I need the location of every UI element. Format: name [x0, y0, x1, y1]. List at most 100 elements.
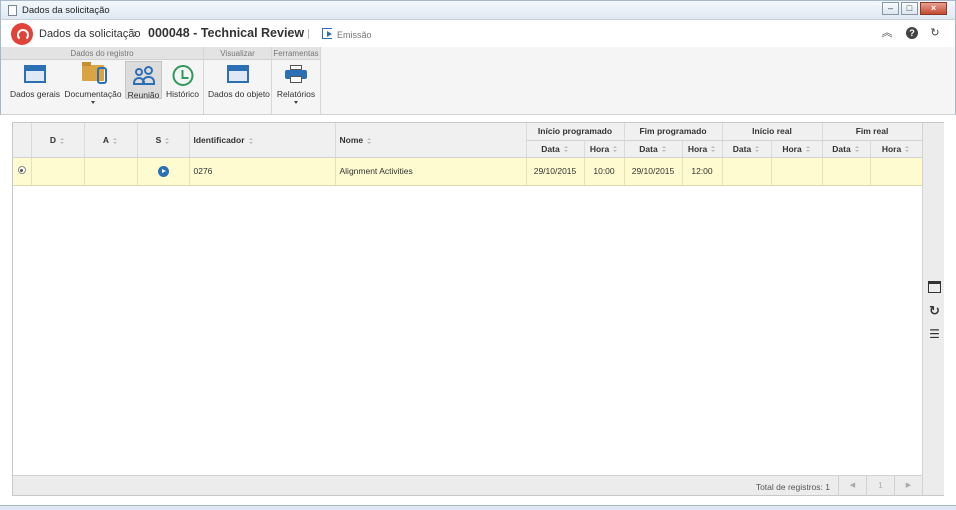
ribbon-group-title: Ferramentas — [272, 47, 320, 60]
breadcrumb-separator-icon: › — [133, 26, 137, 40]
dropdown-arrow-icon — [91, 101, 95, 104]
column-header-hora[interactable]: Hora — [771, 140, 823, 158]
column-header-data[interactable]: Data — [722, 140, 772, 158]
documentacao-button[interactable]: Documentação — [64, 61, 122, 104]
reuniao-label: Reunião — [127, 90, 160, 100]
minimize-button[interactable]: – — [882, 2, 899, 15]
sort-icon — [165, 137, 170, 144]
window-bottom-edge — [0, 505, 956, 510]
sort-icon — [367, 137, 372, 144]
group-header-inicio-programado: Início programado — [526, 123, 625, 141]
column-header-hora[interactable]: Hora — [584, 140, 625, 158]
sort-icon — [60, 137, 65, 144]
window-controls: – □ × — [880, 2, 947, 15]
collapse-up-icon[interactable]: ︽ — [881, 27, 893, 39]
column-header-identificador[interactable]: Identificador — [189, 123, 336, 158]
window-icon — [24, 65, 46, 83]
next-page-icon[interactable]: ▶ — [894, 476, 922, 496]
window-icon — [227, 65, 249, 83]
emission-icon[interactable] — [322, 28, 332, 39]
total-records: Total de registros: 1 — [755, 482, 830, 492]
sort-icon — [905, 146, 910, 153]
window-titlebar: Dados da solicitação – □ × — [0, 0, 956, 20]
column-header-d[interactable]: D — [31, 123, 85, 158]
page-title: 000048 - Technical Review — [148, 26, 305, 40]
dados-gerais-button[interactable]: Dados gerais — [9, 61, 61, 99]
sort-icon — [113, 137, 118, 144]
column-header-data[interactable]: Data — [822, 140, 871, 158]
dados-objeto-label: Dados do objeto — [208, 89, 270, 99]
ribbon-group-title: Dados do registro — [1, 47, 203, 60]
cell-fim-prog-data: 29/10/2015 — [624, 157, 683, 186]
group-header-fim-real: Fim real — [822, 123, 923, 141]
play-icon — [157, 165, 169, 177]
ribbon-toolbar: Dados do registro Dados gerais Documenta… — [0, 47, 956, 115]
cell-fim-prog-hora: 12:00 — [682, 157, 723, 186]
history-icon — [172, 65, 193, 86]
group-header-inicio-real: Início real — [722, 123, 823, 141]
document-icon — [8, 5, 17, 16]
ribbon-group-ferramentas: Ferramentas Relatórios — [272, 47, 321, 114]
sort-icon — [854, 146, 860, 153]
window-title: Dados da solicitação — [22, 5, 110, 16]
list-settings-icon[interactable]: ☰ — [928, 328, 941, 340]
cell-fim-real-data — [822, 157, 871, 186]
sort-icon — [711, 146, 716, 153]
cell-inicio-real-data — [722, 157, 772, 186]
breadcrumb-root[interactable]: Dados da solicitação — [39, 28, 141, 40]
meeting-people-icon — [132, 66, 155, 86]
cell-inicio-real-hora — [771, 157, 823, 186]
group-header-fim-programado: Fim programado — [624, 123, 723, 141]
table-row[interactable]: 0276 Alignment Activities 29/10/2015 10:… — [13, 157, 923, 186]
help-icon[interactable]: ? — [906, 27, 918, 39]
column-header-s[interactable]: S — [137, 123, 190, 158]
cell-s — [137, 157, 190, 186]
dados-gerais-label: Dados gerais — [9, 89, 61, 99]
column-header-data[interactable]: Data — [624, 140, 683, 158]
column-header-hora[interactable]: Hora — [870, 140, 923, 158]
app-header: Dados da solicitação › 000048 - Technica… — [0, 20, 956, 47]
sort-icon — [613, 146, 618, 153]
records-table: D A S Identificador Nome Início programa… — [13, 123, 923, 186]
app-logo-icon — [11, 23, 33, 45]
relatorios-button[interactable]: Relatórios — [275, 61, 317, 104]
historico-label: Histórico — [165, 89, 200, 99]
ribbon-group-dados-registro: Dados do registro Dados gerais Documenta… — [1, 47, 204, 114]
close-button[interactable]: × — [920, 2, 947, 15]
row-radio[interactable] — [17, 166, 26, 174]
sort-icon — [563, 146, 569, 153]
row-select-cell[interactable] — [13, 157, 32, 186]
printer-icon — [285, 65, 307, 83]
cell-a — [84, 157, 138, 186]
maximize-button[interactable]: □ — [901, 2, 918, 15]
emission-link[interactable]: Emissão — [337, 30, 372, 40]
pagination: ◀ 1 ▶ — [838, 476, 922, 496]
column-header-data[interactable]: Data — [526, 140, 585, 158]
ribbon-group-visualizar: Visualizar Dados do objeto — [204, 47, 272, 114]
column-header-hora[interactable]: Hora — [682, 140, 723, 158]
records-grid: D A S Identificador Nome Início programa… — [12, 122, 944, 496]
ribbon-group-title: Visualizar — [204, 47, 271, 60]
prev-page-icon[interactable]: ◀ — [838, 476, 866, 496]
sort-icon — [248, 137, 254, 144]
column-header-a[interactable]: A — [84, 123, 138, 158]
historico-button[interactable]: Histórico — [164, 61, 201, 99]
reuniao-button[interactable]: Reunião — [125, 61, 162, 100]
dados-objeto-button[interactable]: Dados do objeto — [208, 61, 270, 99]
refresh-icon[interactable]: ↻ — [928, 304, 941, 317]
cell-d — [31, 157, 85, 186]
refresh-icon[interactable]: ↻ — [929, 27, 941, 39]
column-header-nome[interactable]: Nome — [335, 123, 527, 158]
page-number[interactable]: 1 — [866, 476, 894, 496]
folder-clip-icon — [82, 62, 107, 84]
cell-inicio-prog-data: 29/10/2015 — [526, 157, 585, 186]
cell-fim-real-hora — [870, 157, 923, 186]
sort-icon — [805, 146, 811, 153]
cell-nome: Alignment Activities — [335, 157, 527, 186]
sort-icon — [755, 146, 760, 153]
select-column-header — [13, 123, 32, 158]
cell-identificador: 0276 — [189, 157, 336, 186]
relatorios-label: Relatórios — [276, 89, 316, 99]
view-window-icon[interactable] — [928, 281, 941, 293]
dropdown-arrow-icon — [294, 101, 298, 104]
